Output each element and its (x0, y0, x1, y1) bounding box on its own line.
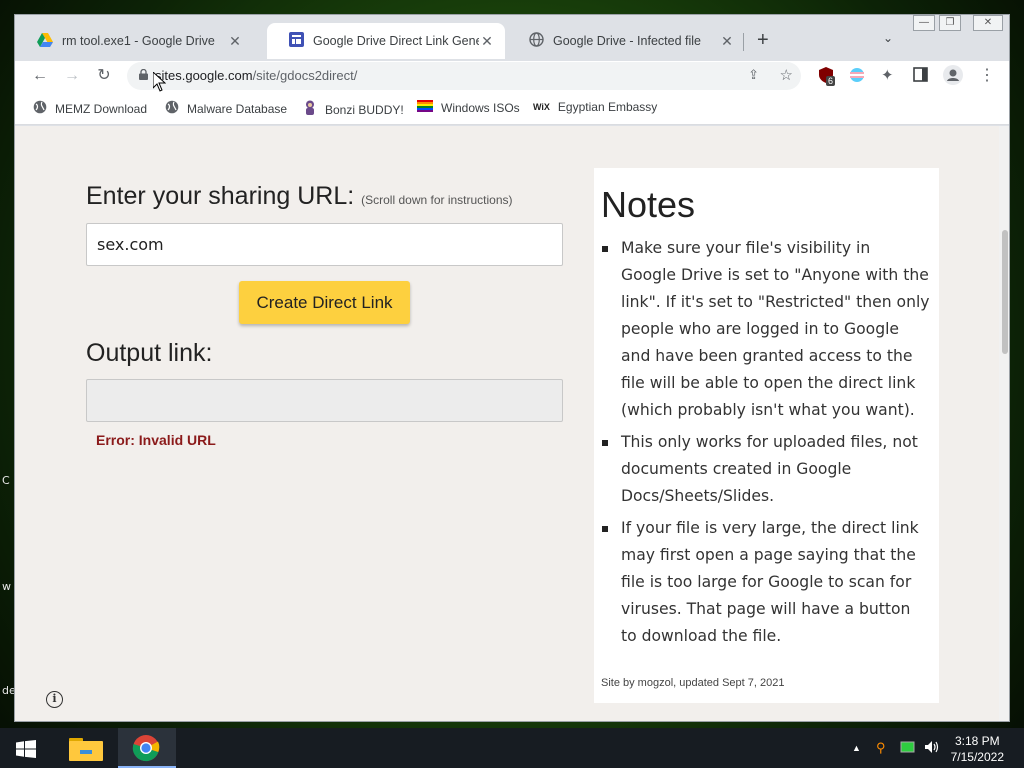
close-icon[interactable]: ✕ (227, 33, 243, 50)
tab-rm-tool[interactable]: rm tool.exe1 - Google Drive ✕ (15, 23, 253, 59)
close-window-button[interactable]: ✕ (973, 15, 1003, 31)
site-credit: Site by mogzol, updated Sept 7, 2021 (601, 677, 785, 689)
wix-icon: WiX (533, 102, 550, 112)
info-icon[interactable]: i (46, 691, 63, 708)
tab-direct-link-generator[interactable]: Google Drive Direct Link Generator ✕ (267, 23, 505, 59)
google-sites-icon (289, 32, 304, 50)
chrome-taskbar-button[interactable] (118, 728, 176, 768)
extension-badge: 6 (826, 76, 836, 86)
share-icon[interactable]: ⇪ (748, 67, 759, 83)
page-scrollbar[interactable] (999, 126, 1009, 721)
lock-icon (139, 69, 148, 80)
ublock-extension-icon[interactable]: 6 (817, 66, 836, 89)
tab-title: rm tool.exe1 - Google Drive (62, 34, 215, 48)
url-host: sites.google.com (155, 68, 253, 83)
desktop-icon-label: w (2, 580, 11, 593)
bookmark-star-icon[interactable]: ☆ (780, 66, 793, 84)
bookmark-label: Egyptian Embassy (557, 100, 658, 114)
rainbow-flag-icon (417, 100, 433, 115)
output-link-label: Output link: (86, 339, 213, 367)
profile-avatar-icon[interactable] (943, 65, 963, 90)
file-explorer-icon[interactable] (68, 736, 104, 768)
bonzi-icon (303, 100, 317, 119)
close-icon[interactable]: ✕ (479, 33, 495, 50)
tab-title: Google Drive Direct Link Generator (313, 34, 479, 48)
flag-extension-icon[interactable] (849, 67, 865, 88)
notes-list: Make sure your file's visibility in Goog… (600, 235, 930, 655)
url-path: /site/gdocs2direct/ (252, 68, 358, 83)
url-text: sites.google.com/site/gdocs2direct/ (155, 68, 357, 83)
heading-hint: (Scroll down for instructions) (361, 193, 513, 207)
taskbar: ▲ ⚲ 3:18 PM 7/15/2022 (0, 728, 1024, 768)
bookmark-label: Malware Database (187, 101, 288, 116)
forward-icon[interactable]: → (61, 65, 83, 87)
sharing-url-input[interactable] (86, 223, 563, 266)
list-item: This only works for uploaded files, not … (600, 429, 930, 510)
tab-strip: rm tool.exe1 - Google Drive ✕ Google Dri… (15, 15, 1009, 61)
system-clock[interactable]: 3:18 PM 7/15/2022 (951, 733, 1004, 765)
list-item: If your file is very large, the direct l… (600, 515, 930, 650)
notes-panel: Notes Make sure your file's visibility i… (594, 168, 939, 703)
windows-start-icon[interactable] (16, 740, 36, 768)
globe-icon (33, 100, 47, 117)
volume-icon[interactable] (924, 740, 940, 757)
close-icon[interactable]: ✕ (719, 33, 735, 50)
page-viewport: Enter your sharing URL: (Scroll down for… (15, 126, 999, 721)
bookmark-memz[interactable]: MEMZ Download (33, 100, 147, 117)
globe-icon (165, 100, 179, 117)
list-item: Make sure your file's visibility in Goog… (600, 235, 930, 424)
desktop-icon-label: C (2, 474, 10, 487)
tab-infected-file[interactable]: Google Drive - Infected file ✕ (507, 23, 745, 59)
output-link-field[interactable] (86, 379, 563, 422)
minimize-button[interactable]: — (913, 15, 935, 31)
search-icon[interactable]: ⚲ (876, 740, 886, 756)
google-drive-icon (37, 32, 53, 50)
tab-title: Google Drive - Infected file (553, 34, 701, 48)
bookmark-malware-database[interactable]: Malware Database (165, 100, 287, 117)
tray-chevron-icon[interactable]: ▲ (852, 743, 861, 753)
bookmark-windows-isos[interactable]: Windows ISOs (417, 100, 520, 115)
bookmark-bonzi-buddy[interactable]: Bonzi BUDDY! (303, 100, 404, 119)
bookmark-egyptian-embassy[interactable]: WiX Egyptian Embassy (533, 100, 657, 114)
scrollbar-thumb[interactable] (1002, 230, 1008, 354)
tab-search-button[interactable]: ⌄ (883, 31, 893, 45)
restore-button[interactable]: ❐ (939, 15, 961, 31)
error-message: Error: Invalid URL (96, 432, 216, 448)
browser-window: rm tool.exe1 - Google Drive ✕ Google Dri… (14, 14, 1010, 722)
create-direct-link-button[interactable]: Create Direct Link (239, 281, 410, 324)
puzzle-icon[interactable]: ✦ (881, 66, 894, 84)
side-panel-icon[interactable] (913, 67, 928, 87)
address-bar[interactable]: sites.google.com/site/gdocs2direct/ ⇪ ☆ (127, 62, 801, 90)
notes-title: Notes (601, 184, 696, 225)
tab-separator (743, 33, 744, 51)
mouse-cursor-icon (152, 70, 167, 97)
globe-icon (529, 32, 544, 50)
new-tab-button[interactable]: + (757, 30, 769, 50)
clock-date: 7/15/2022 (950, 750, 1004, 764)
reload-icon[interactable]: ↻ (93, 65, 115, 87)
clock-time: 3:18 PM (954, 734, 1000, 748)
heading-text: Enter your sharing URL: (86, 182, 355, 210)
battery-icon[interactable] (900, 740, 916, 757)
menu-dots-icon[interactable]: ⋮ (979, 65, 995, 85)
page-heading: Enter your sharing URL: (Scroll down for… (86, 182, 513, 211)
chrome-icon (132, 734, 160, 767)
back-icon[interactable]: ← (29, 65, 51, 87)
bookmark-label: Bonzi BUDDY! (325, 102, 404, 117)
bookmark-label: Windows ISOs (441, 100, 520, 115)
bookmark-label: MEMZ Download (55, 101, 148, 116)
